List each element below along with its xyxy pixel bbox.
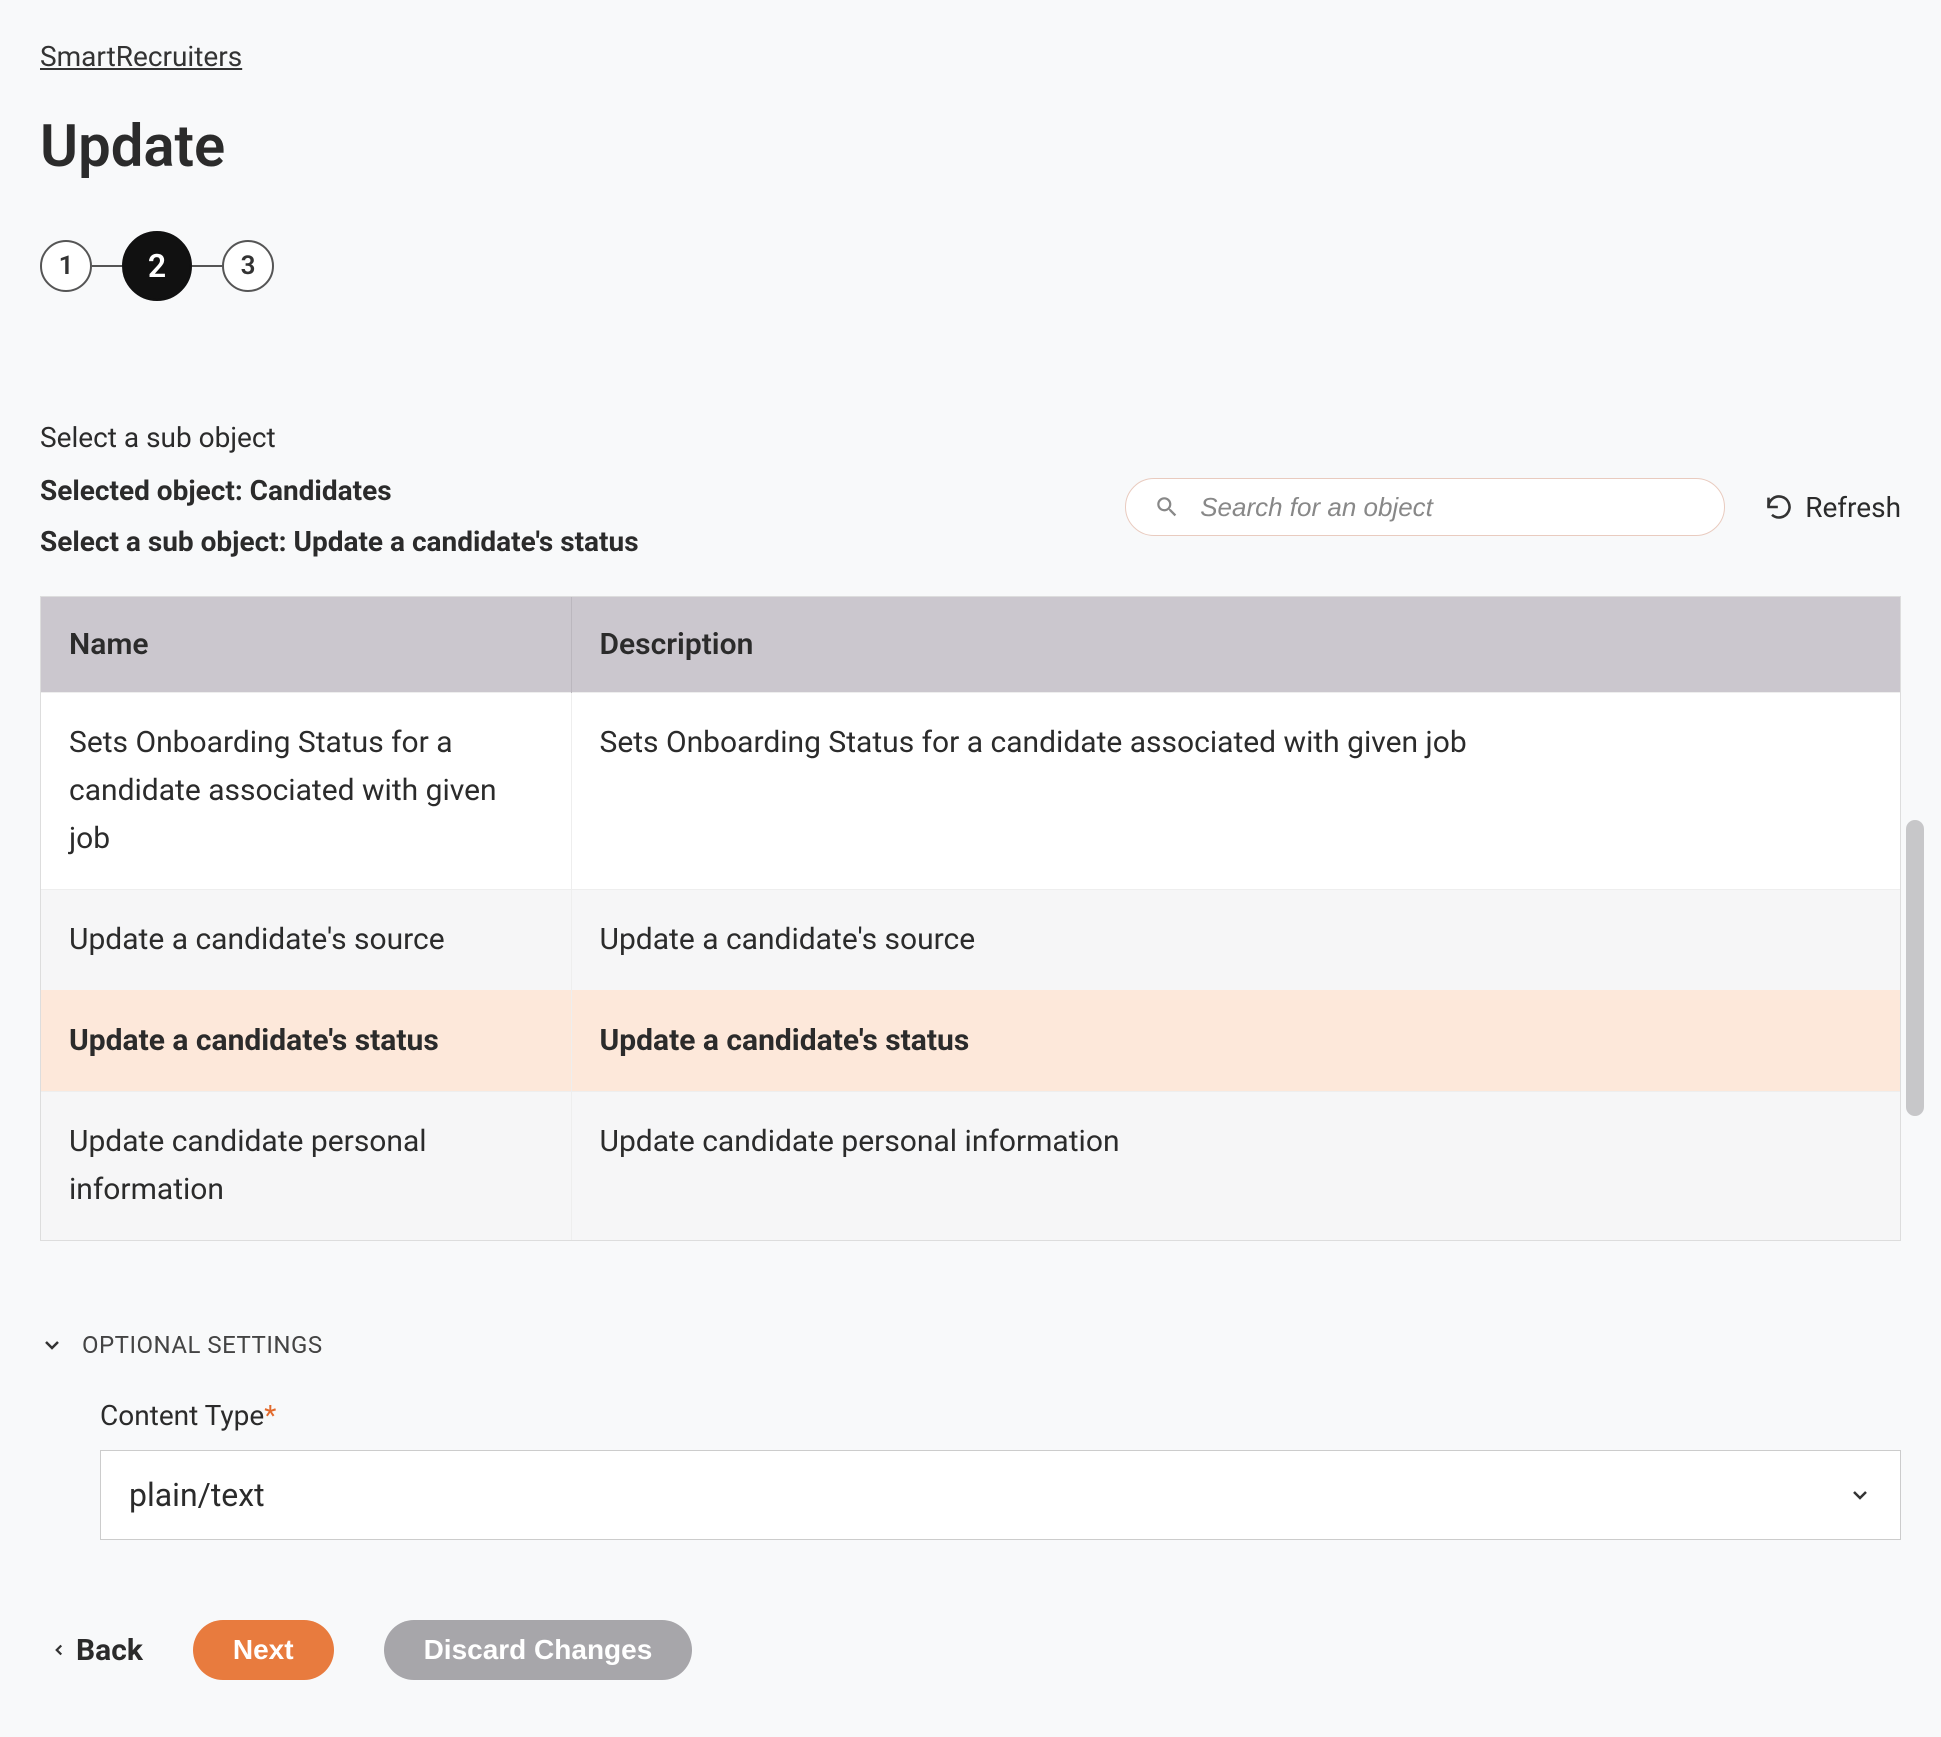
optional-settings-toggle[interactable]: OPTIONAL SETTINGS	[40, 1331, 1901, 1359]
refresh-label: Refresh	[1805, 491, 1901, 524]
chevron-left-icon	[50, 1641, 68, 1659]
chevron-down-icon	[40, 1333, 64, 1357]
step-connector	[92, 265, 122, 267]
discard-button[interactable]: Discard Changes	[384, 1620, 693, 1680]
step-2[interactable]: 2	[122, 231, 192, 301]
cell-description: Update a candidate's source	[571, 890, 1900, 991]
cell-name: Sets Onboarding Status for a candidate a…	[41, 693, 571, 890]
breadcrumb-link[interactable]: SmartRecruiters	[40, 40, 242, 73]
sub-object-table: Name Description Sets Onboarding Status …	[40, 596, 1901, 1241]
search-input[interactable]	[1200, 492, 1696, 523]
table-row[interactable]: Update candidate personal information Up…	[41, 1092, 1900, 1241]
scrollbar-track[interactable]	[1906, 697, 1924, 1190]
column-header-name[interactable]: Name	[41, 597, 571, 693]
table-row-selected[interactable]: Update a candidate's status Update a can…	[41, 991, 1900, 1092]
table-row[interactable]: Sets Onboarding Status for a candidate a…	[41, 693, 1900, 890]
column-header-description[interactable]: Description	[571, 597, 1900, 693]
search-box[interactable]	[1125, 478, 1725, 536]
cell-description: Sets Onboarding Status for a candidate a…	[571, 693, 1900, 890]
back-label: Back	[76, 1633, 143, 1668]
step-connector	[192, 265, 222, 267]
select-sub-object-heading: Select a sub object	[40, 421, 1901, 454]
cell-name: Update a candidate's source	[41, 890, 571, 991]
page-title: Update	[40, 113, 1901, 181]
content-type-select[interactable]: plain/text	[100, 1450, 1901, 1540]
scrollbar-thumb[interactable]	[1906, 820, 1924, 1116]
content-type-value: plain/text	[129, 1476, 265, 1514]
optional-settings-label: OPTIONAL SETTINGS	[82, 1331, 323, 1359]
refresh-button[interactable]: Refresh	[1765, 491, 1901, 524]
chevron-down-icon	[1848, 1483, 1872, 1507]
cell-description: Update candidate personal information	[571, 1092, 1900, 1241]
back-button[interactable]: Back	[50, 1633, 143, 1668]
search-icon	[1154, 494, 1180, 520]
refresh-icon	[1765, 493, 1793, 521]
next-button[interactable]: Next	[193, 1620, 334, 1680]
step-3[interactable]: 3	[222, 240, 274, 292]
step-1[interactable]: 1	[40, 240, 92, 292]
required-indicator: *	[264, 1399, 276, 1432]
content-type-label: Content Type*	[100, 1399, 1901, 1432]
cell-name: Update a candidate's status	[41, 991, 571, 1092]
cell-description: Update a candidate's status	[571, 991, 1900, 1092]
table-row[interactable]: Update a candidate's source Update a can…	[41, 890, 1900, 991]
stepper: 1 2 3	[40, 231, 1901, 301]
cell-name: Update candidate personal information	[41, 1092, 571, 1241]
